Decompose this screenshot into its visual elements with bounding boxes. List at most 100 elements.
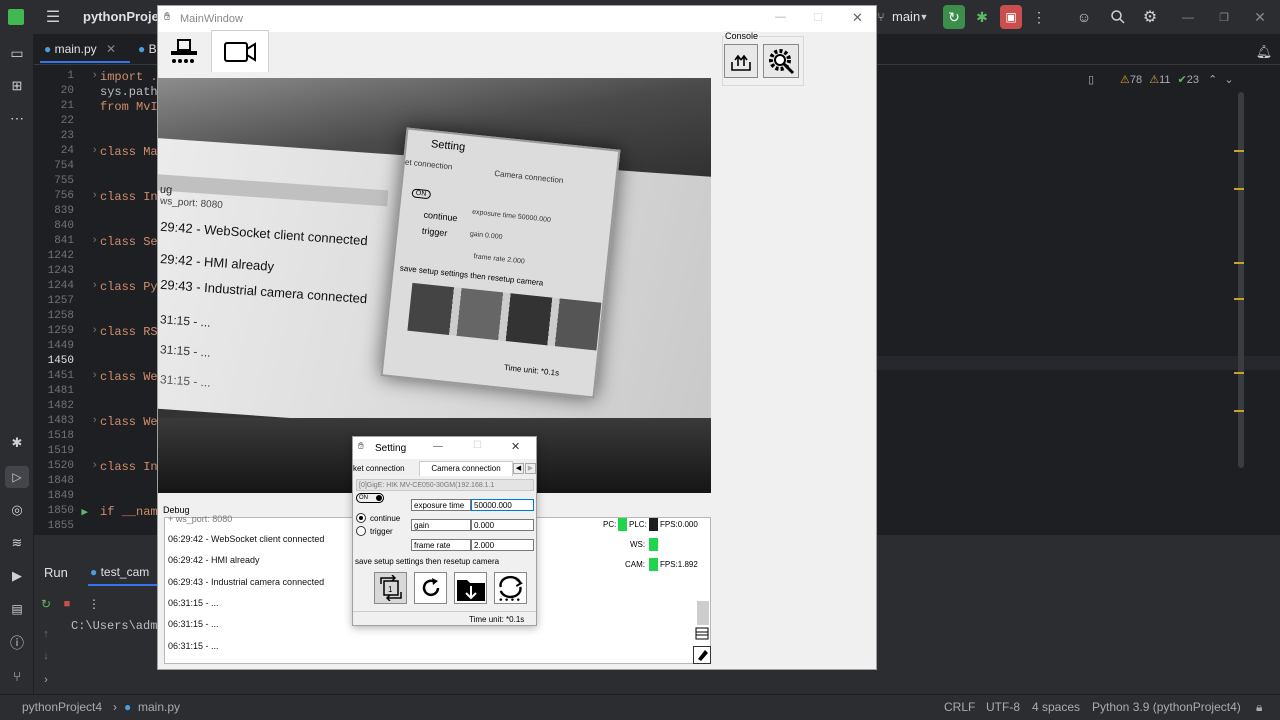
fold-arrow-icon[interactable]: ›	[88, 145, 98, 157]
gain-input[interactable]: 0.000	[471, 519, 534, 531]
reader-mode-icon[interactable]: ▯	[1088, 73, 1094, 86]
code-line[interactable]: if __nam	[100, 505, 158, 519]
code-line[interactable]: sys.path	[100, 85, 158, 99]
code-line[interactable]: class In	[100, 190, 158, 204]
code-line[interactable]: class RS	[100, 325, 158, 339]
main-menu-icon[interactable]: ☰	[44, 8, 62, 26]
close-icon[interactable]: ✕	[1250, 8, 1270, 26]
close-button[interactable]: ✕	[852, 10, 863, 26]
search-icon[interactable]	[1108, 8, 1128, 26]
resetup-button[interactable]	[494, 572, 527, 604]
more-tools-icon[interactable]: ⋯	[7, 109, 27, 127]
inspection-widget[interactable]: ⚠78 ⚠11 ✔23 ⌃ ⌄	[1120, 73, 1234, 86]
git-icon[interactable]: ⑂	[7, 667, 27, 685]
lock-icon[interactable]: 🔒︎	[1256, 700, 1262, 715]
run-config-tab[interactable]: ● test_cam	[90, 565, 149, 579]
tab-socket-connection[interactable]: ket connection	[353, 464, 405, 473]
settings-gear-icon[interactable]: ⚙	[1140, 8, 1160, 26]
editor-tab-second[interactable]: ● B	[138, 42, 157, 56]
chevron-down-icon[interactable]: ▼	[918, 10, 930, 24]
file-encoding[interactable]: UTF-8	[986, 700, 1020, 714]
fold-arrow-icon[interactable]: ›	[88, 325, 98, 337]
stop-icon[interactable]: ■	[60, 596, 74, 612]
code-line[interactable]: class Ma	[100, 145, 158, 159]
problems-icon[interactable]: ⓘ	[7, 634, 27, 652]
scroll-down-icon[interactable]: ↓	[39, 649, 53, 663]
code-line[interactable]: class Py	[100, 280, 158, 294]
tab-close-icon[interactable]: ✕	[106, 42, 116, 56]
camera-on-toggle[interactable]: ON	[356, 493, 384, 503]
minimize-icon[interactable]: —	[1178, 8, 1198, 26]
run-tool-icon[interactable]: ▷	[5, 466, 29, 488]
run-gutter-icon[interactable]: ▶	[78, 505, 88, 519]
chevron-down-icon[interactable]: ⌄	[1224, 74, 1233, 86]
close-button[interactable]: ✕	[511, 440, 520, 453]
main-window-titlebar[interactable]: ✋︎ MainWindow — ☐ ✕	[158, 6, 876, 32]
setting-titlebar[interactable]: ✋︎ Setting — ☐ ✕	[353, 437, 536, 459]
indent-setting[interactable]: 4 spaces	[1032, 700, 1080, 714]
breadcrumb-project[interactable]: pythonProject4	[22, 700, 102, 714]
minimize-button[interactable]: —	[775, 11, 786, 23]
tab-scroll-left-button[interactable]: ◀	[513, 463, 524, 474]
expand-icon[interactable]: ›	[39, 673, 53, 687]
fold-arrow-icon[interactable]: ›	[88, 370, 98, 382]
code-line[interactable]: class We	[100, 415, 158, 429]
save-log-button[interactable]	[693, 624, 711, 642]
code-line[interactable]: class Se	[100, 235, 158, 249]
settings-button[interactable]	[763, 44, 799, 78]
camera-tab[interactable]	[211, 30, 269, 72]
code-line[interactable]: import .	[100, 70, 158, 84]
services-icon[interactable]: ◎	[7, 501, 27, 519]
machine-tab[interactable]	[163, 34, 205, 70]
minimize-button[interactable]: —	[433, 441, 443, 452]
clear-log-button[interactable]	[693, 646, 711, 664]
terminal-icon[interactable]: ▤	[7, 600, 27, 618]
branch-name[interactable]: main	[892, 9, 920, 24]
debug-line: 06:29:43 - Industrial camera connected	[168, 577, 325, 587]
python-packages-icon[interactable]: ▶	[7, 567, 27, 585]
frame-rate-input[interactable]: 2.000	[471, 539, 534, 551]
tab-camera-connection[interactable]: Camera connection	[419, 461, 513, 476]
fold-arrow-icon[interactable]: ›	[88, 460, 98, 472]
apply-button[interactable]: 1	[374, 572, 407, 604]
add-user-icon[interactable]: ☺	[1074, 8, 1094, 26]
maximize-button[interactable]: ☐	[813, 11, 823, 24]
restore-icon[interactable]: ❐	[1214, 8, 1234, 26]
upload-button[interactable]	[724, 44, 758, 78]
scroll-up-icon[interactable]: ↑	[39, 627, 53, 641]
radio-trigger[interactable]	[356, 526, 366, 536]
more-icon[interactable]: ⋮	[1032, 8, 1046, 26]
rerun-icon[interactable]: ↻	[943, 5, 965, 29]
rerun-icon[interactable]: ↻	[37, 596, 55, 612]
load-folder-button[interactable]	[454, 572, 487, 604]
code-line[interactable]: from MvIm	[100, 100, 165, 114]
editor-tab-main[interactable]: ● main.py ✕	[44, 42, 116, 56]
layers-icon[interactable]: ≋	[7, 534, 27, 552]
chevron-up-icon[interactable]: ⌃	[1208, 74, 1217, 86]
debug-tool-icon[interactable]: ✱	[7, 434, 27, 452]
radio-continue[interactable]	[356, 513, 366, 523]
stop-icon[interactable]: ▣	[1000, 5, 1022, 29]
debug-icon[interactable]: ✱	[972, 8, 992, 26]
structure-icon[interactable]: ⊞	[7, 77, 27, 95]
tab-scroll-right-button[interactable]: ▶	[525, 463, 536, 474]
interpreter[interactable]: Python 3.9 (pythonProject4)	[1092, 700, 1241, 714]
code-line[interactable]: class We	[100, 370, 158, 384]
fold-arrow-icon[interactable]: ›	[88, 280, 98, 292]
code-line[interactable]: class Inc	[100, 460, 165, 474]
fold-arrow-icon[interactable]: ›	[88, 235, 98, 247]
exposure-time-input[interactable]: 50000.000	[471, 499, 534, 511]
run-panel-title[interactable]: Run	[44, 565, 68, 580]
debug-scrollbar[interactable]	[697, 601, 709, 625]
fold-arrow-icon[interactable]: ›	[88, 70, 98, 82]
line-separator[interactable]: CRLF	[944, 700, 975, 714]
refresh-button[interactable]	[414, 572, 447, 604]
notifications-icon[interactable]: 🔔︎	[1256, 44, 1273, 60]
device-select[interactable]: [0]GigE: HIK MV-CE050-30GM(192.168.1.1	[356, 479, 534, 491]
fold-arrow-icon[interactable]: ›	[88, 190, 98, 202]
breadcrumb-file[interactable]: main.py	[138, 700, 180, 714]
fold-arrow-icon[interactable]: ›	[88, 415, 98, 427]
maximize-button[interactable]: ☐	[473, 440, 482, 451]
more-icon[interactable]: ⋮	[88, 596, 100, 612]
project-folder-icon[interactable]: ▭	[7, 44, 27, 62]
